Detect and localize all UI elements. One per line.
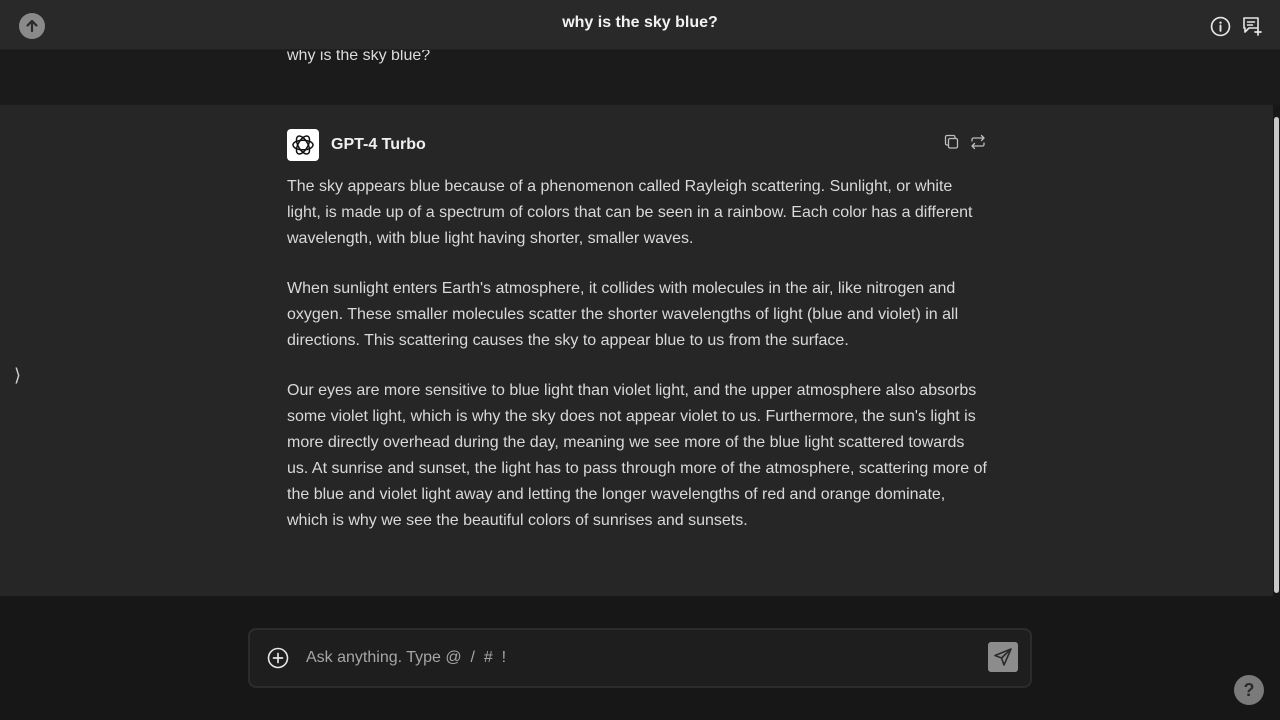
sidebar-toggle[interactable]: ⟩	[14, 362, 28, 388]
answer-paragraph: Our eyes are more sensitive to blue ligh…	[287, 382, 987, 529]
answer-paragraph: When sunlight enters Earth's atmosphere,…	[287, 280, 959, 349]
answer-paragraph: The sky appears blue because of a phenom…	[287, 178, 973, 247]
send-button[interactable]	[988, 642, 1018, 672]
message-input[interactable]	[306, 644, 966, 672]
conversation-title: why is the sky blue?	[562, 14, 718, 31]
info-button[interactable]	[1209, 15, 1231, 37]
attach-button[interactable]	[267, 647, 289, 669]
assistant-message: The sky appears blue because of a phenom…	[287, 174, 987, 558]
send-icon	[994, 648, 1012, 666]
message-composer	[248, 628, 1032, 688]
openai-logo-icon	[292, 135, 314, 155]
chat-page: why is the sky blue? why is the sky blue…	[0, 0, 1280, 720]
plus-circle-icon	[267, 647, 289, 669]
new-chat-icon	[1243, 17, 1262, 36]
regenerate-icon	[971, 134, 985, 150]
copy-button[interactable]	[943, 133, 961, 151]
info-icon	[1210, 16, 1230, 36]
model-name: GPT-4 Turbo	[331, 136, 426, 153]
model-avatar	[287, 129, 319, 161]
regenerate-button[interactable]	[969, 133, 987, 151]
scrollbar-thumb[interactable]	[1274, 117, 1279, 593]
help-button[interactable]: ?	[1234, 675, 1264, 705]
user-message-row	[0, 50, 1280, 105]
new-chat-button[interactable]	[1241, 15, 1263, 37]
scrollbar[interactable]	[1273, 105, 1280, 596]
top-bar: why is the sky blue?	[0, 0, 1280, 50]
copy-icon	[944, 134, 959, 149]
